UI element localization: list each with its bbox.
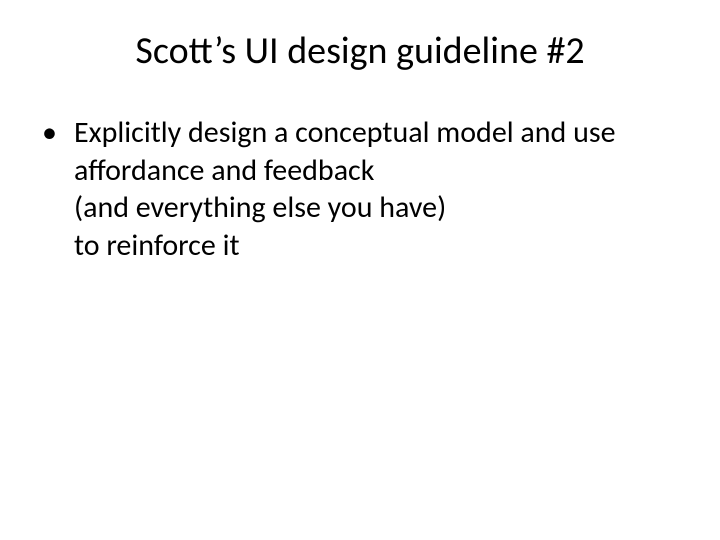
slide-title: Scott’s UI design guideline #2	[40, 28, 680, 74]
slide: Scott’s UI design guideline #2 Explicitl…	[0, 0, 720, 540]
list-item: Explicitly design a conceptual model and…	[40, 114, 680, 264]
bullet-list: Explicitly design a conceptual model and…	[40, 114, 680, 264]
slide-body: Explicitly design a conceptual model and…	[40, 114, 680, 264]
bullet-text: Explicitly design a conceptual model and…	[74, 114, 616, 264]
